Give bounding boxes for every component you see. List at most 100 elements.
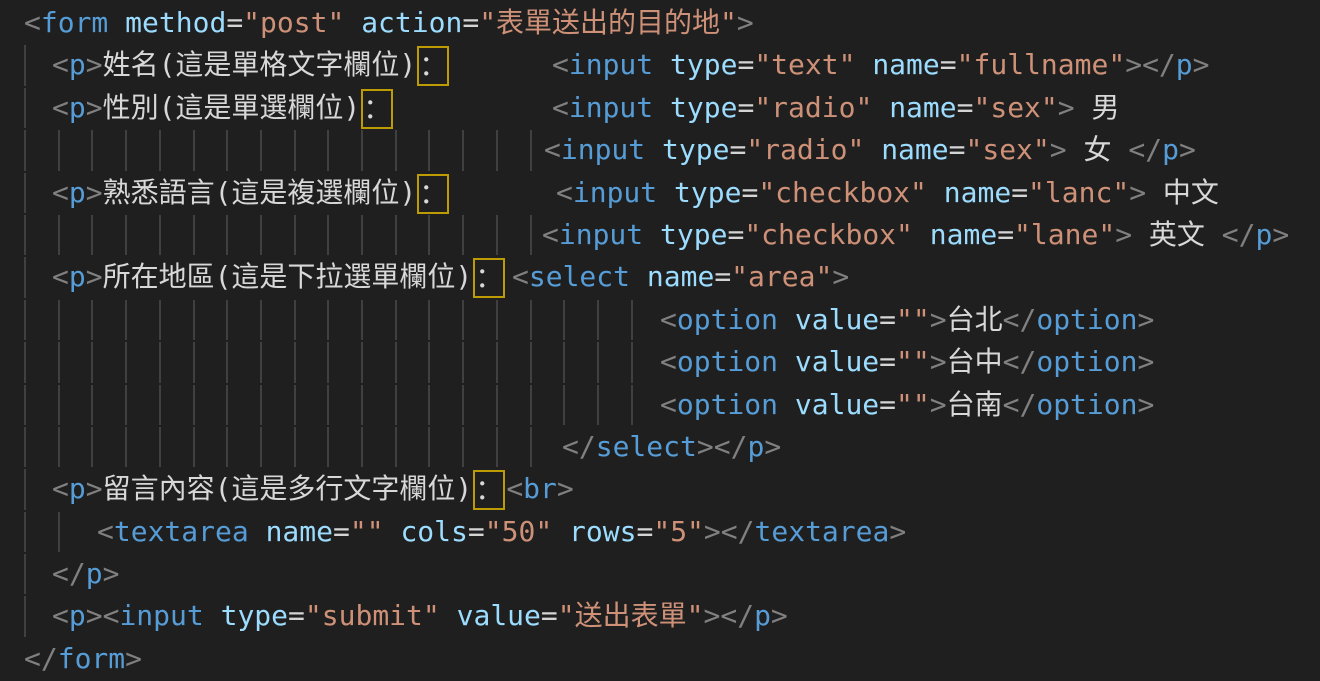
token-tag-name: textarea (755, 515, 890, 548)
code-line-1[interactable]: <form method="post" action="表單送出的目的地"> (0, 2, 1320, 44)
token-text (778, 303, 795, 336)
token-punctuation: > (1193, 48, 1210, 81)
code-line-9[interactable]: <option value="">台中</option> (0, 341, 1320, 383)
token-punctuation: > (703, 599, 720, 632)
indent-guide (24, 88, 26, 128)
indent-guide (428, 130, 430, 170)
token-tag-name: textarea (114, 515, 249, 548)
code-segment: <p>熟悉語言(這是複選欄位)： (52, 172, 450, 214)
code-line-6[interactable]: <input type="checkbox" name="lane"> 英文 <… (0, 214, 1320, 256)
code-line-11[interactable]: </select></p> (0, 426, 1320, 468)
token-attribute-name: name (889, 91, 956, 124)
indent-guide (226, 427, 228, 467)
token-tag-name: input (569, 48, 653, 81)
code-line-2[interactable]: <p>姓名(這是單格文字欄位)：<input type="text" name=… (0, 44, 1320, 86)
indent-guide (260, 427, 262, 467)
token-punctuation: > (125, 642, 142, 675)
token-punctuation: < (512, 260, 529, 293)
token-equals-operator: = (636, 515, 653, 548)
token-punctuation: </ (1142, 48, 1176, 81)
token-text: 英文 (1132, 218, 1222, 251)
code-line-3[interactable]: <p>性別(這是單選欄位)：<input type="radio" name="… (0, 87, 1320, 129)
token-string-value: "sex" (965, 133, 1049, 166)
token-string-value: "checkbox" (744, 218, 913, 251)
token-text: 留言內容(這是多行文字欄位) (103, 472, 473, 505)
indent-guide (24, 554, 26, 594)
token-text (204, 599, 221, 632)
code-line-15[interactable]: <p><input type="submit" value="送出表單"></p… (0, 595, 1320, 637)
token-punctuation: </ (562, 430, 596, 463)
indent-guide (496, 300, 498, 340)
code-segment: <option value="">台中</option> (660, 341, 1154, 383)
code-line-7[interactable]: <p>所在地區(這是下拉選單欄位)：<select name="area"> (0, 256, 1320, 298)
code-segment: <p>所在地區(這是下拉選單欄位)： (52, 256, 506, 298)
indent-guide (294, 427, 296, 467)
token-tag-name: input (119, 599, 203, 632)
code-segment: <option value="">台北</option> (660, 299, 1154, 341)
token-string-value: "sex" (973, 91, 1057, 124)
code-line-8[interactable]: <option value="">台北</option> (0, 299, 1320, 341)
token-tag-name: select (529, 260, 630, 293)
code-line-5[interactable]: <p>熟悉語言(這是複選欄位)： <input type="checkbox" n… (0, 172, 1320, 214)
indent-guide (563, 300, 565, 340)
token-string-value: "text" (754, 48, 855, 81)
indent-guide (125, 427, 127, 467)
indent-guide (159, 427, 161, 467)
indent-guide (428, 342, 430, 382)
token-punctuation: </ (1003, 388, 1037, 421)
indent-guide (24, 385, 26, 425)
code-segment: <input type="checkbox" name="lanc"> 中文 (556, 172, 1219, 214)
token-equals-operator: = (741, 176, 758, 209)
indent-guide (428, 300, 430, 340)
indent-guide (125, 342, 127, 382)
indent-guide (462, 215, 464, 255)
token-text: 台北 (947, 303, 1003, 336)
indent-guide (24, 342, 26, 382)
code-line-10[interactable]: <option value="">台南</option> (0, 384, 1320, 426)
indent-guide (58, 427, 60, 467)
indent-guide (24, 215, 26, 255)
token-punctuation: < (542, 218, 559, 251)
indent-guide (530, 215, 532, 255)
token-punctuation: < (556, 176, 573, 209)
token-string-value: "submit" (305, 599, 440, 632)
code-segment: <p>性別(這是單選欄位)： (52, 87, 394, 129)
token-string-value: "5" (653, 515, 704, 548)
token-punctuation: > (737, 6, 754, 39)
token-attribute-name: rows (569, 515, 636, 548)
token-punctuation: > (1125, 48, 1142, 81)
token-attribute-name: type (662, 133, 729, 166)
indent-guide (91, 130, 93, 170)
indent-guide (327, 130, 329, 170)
unicode-highlight-colon: ： (417, 174, 449, 214)
token-punctuation: > (86, 176, 103, 209)
token-punctuation: < (544, 133, 561, 166)
indent-guide (530, 427, 532, 467)
indent-guide (226, 130, 228, 170)
token-equals-operator: = (879, 345, 896, 378)
code-line-13[interactable]: <textarea name="" cols="50" rows="5"></t… (0, 511, 1320, 553)
token-punctuation: < (552, 91, 569, 124)
indent-guide (260, 130, 262, 170)
indent-guide (496, 130, 498, 170)
code-line-12[interactable]: <p>留言內容(這是多行文字欄位)：<br> (0, 468, 1320, 510)
token-punctuation: > (930, 388, 947, 421)
token-punctuation: </ (1222, 218, 1256, 251)
token-string-value: "fullname" (957, 48, 1126, 81)
indent-guide (428, 427, 430, 467)
code-line-4[interactable]: <input type="radio" name="sex"> 女 </p> (0, 129, 1320, 171)
code-line-16[interactable]: </form> (0, 638, 1320, 680)
token-text: 台南 (947, 388, 1003, 421)
token-punctuation: > (889, 515, 906, 548)
indent-guide (226, 342, 228, 382)
token-attribute-name: action (361, 6, 462, 39)
code-editor[interactable]: <form method="post" action="表單送出的目的地"><p… (0, 0, 1320, 681)
indent-guide (91, 342, 93, 382)
token-tag-name: p (69, 599, 86, 632)
indent-guide (260, 342, 262, 382)
token-tag-name: option (1036, 388, 1137, 421)
token-punctuation: < (660, 388, 677, 421)
token-attribute-name: type (674, 176, 741, 209)
code-line-14[interactable]: </p> (0, 553, 1320, 595)
token-tag-name: input (561, 133, 645, 166)
